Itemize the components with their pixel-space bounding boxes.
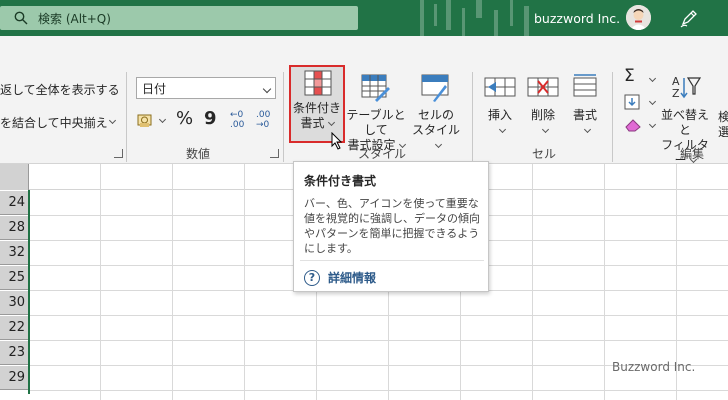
cell-styles-icon[interactable] — [421, 74, 451, 102]
increase-decimal-button[interactable]: ←0 .00 — [230, 110, 252, 130]
group-separator — [283, 72, 284, 162]
number-format-select[interactable]: 日付 — [136, 77, 276, 99]
grid-line — [29, 390, 728, 391]
percent-style-button[interactable]: % — [176, 108, 193, 129]
cell-styles-label-1: セルの — [417, 108, 454, 122]
ribbon: 返して全体を表示する を結合して中央揃え 日付 % 9 ←0 .00 .00 →… — [0, 36, 728, 167]
chevron-down-icon — [541, 125, 549, 134]
selected-cell[interactable]: 32 — [0, 241, 29, 265]
search-icon — [14, 11, 28, 25]
selected-cell[interactable]: 22 — [0, 316, 29, 340]
cell-styles-button[interactable]: セルの スタイル — [410, 108, 462, 153]
selected-cell[interactable]: 23 — [0, 341, 29, 365]
decrease-decimal-button[interactable]: .00 →0 — [256, 110, 278, 130]
number-format-value: 日付 — [142, 82, 167, 96]
group-separator — [126, 72, 127, 162]
grid-line — [29, 315, 728, 316]
delete-cells-icon[interactable] — [527, 74, 559, 100]
selected-cell[interactable]: 29 — [0, 366, 29, 390]
chevron-down-icon — [327, 118, 335, 127]
tell-me-more-link[interactable]: ? 詳細情報 — [304, 269, 376, 286]
merge-center-button[interactable]: を結合して中央揃え — [0, 114, 108, 131]
find-select-label-2[interactable]: 選 — [718, 123, 728, 140]
avatar[interactable] — [626, 5, 651, 30]
accounting-format-icon[interactable] — [137, 113, 157, 129]
group-separator — [612, 72, 613, 162]
account-name[interactable]: buzzword Inc. — [534, 6, 620, 30]
help-icon: ? — [304, 269, 320, 286]
chevron-down-icon — [498, 125, 506, 134]
format-cells-icon[interactable] — [571, 74, 599, 100]
selected-cell[interactable]: 24 — [0, 191, 29, 215]
accounting-dropdown-icon[interactable] — [158, 115, 167, 124]
insert-button[interactable]: 挿入 — [484, 108, 516, 138]
group-separator — [472, 72, 473, 162]
insert-cells-icon[interactable] — [484, 74, 516, 100]
clear-icon[interactable] — [624, 118, 642, 132]
conditional-formatting-label-2: 書式 — [300, 116, 325, 130]
search-text: 検索 (Alt+Q) — [38, 11, 111, 26]
selected-cell[interactable]: 25 — [0, 266, 29, 290]
fill-icon[interactable] — [624, 94, 640, 110]
editing-group-label: 編集 — [680, 147, 705, 161]
tooltip-title: 条件付き書式 — [304, 174, 377, 188]
chevron-down-icon — [583, 125, 591, 134]
chevron-down-icon[interactable] — [648, 74, 657, 83]
delete-button[interactable]: 削除 — [527, 108, 559, 138]
chevron-down-icon[interactable] — [648, 97, 657, 106]
cell-styles-label-2: スタイル — [411, 123, 460, 137]
insert-label: 挿入 — [487, 108, 512, 122]
tell-me-more-label: 詳細情報 — [328, 271, 377, 285]
selected-cell[interactable]: 28 — [0, 216, 29, 240]
column-header-selected[interactable] — [0, 164, 29, 190]
tooltip-divider — [300, 260, 484, 261]
cells-group-label: セル — [532, 147, 557, 161]
autosum-icon[interactable]: Σ — [624, 66, 635, 86]
alignment-launcher-icon[interactable] — [114, 149, 123, 158]
watermark: Buzzword Inc. — [612, 360, 696, 374]
search-box[interactable]: 検索 (Alt+Q) — [0, 6, 358, 30]
number-group-label: 数値 — [186, 147, 211, 161]
conditional-formatting-label-1: 条件付き — [292, 101, 341, 115]
merge-dropdown-icon[interactable] — [108, 116, 117, 125]
format-label: 書式 — [572, 108, 597, 122]
title-bar: 検索 (Alt+Q) buzzword Inc. — [0, 0, 728, 36]
mouse-cursor-icon — [331, 132, 343, 150]
chevron-down-icon[interactable] — [648, 120, 657, 129]
styles-group-label: スタイル — [358, 147, 407, 161]
wrap-text-button[interactable]: 返して全体を表示する — [0, 81, 120, 98]
tooltip-body: バー、色、アイコンを使って重要な値を視覚的に強調し、データの傾向やパターンを簡単… — [304, 197, 480, 255]
chevron-down-icon — [262, 84, 272, 94]
delete-label: 削除 — [530, 108, 555, 122]
svg-text:Z: Z — [672, 87, 680, 100]
conditional-formatting-icon — [304, 70, 332, 96]
chevron-down-icon — [434, 140, 442, 149]
format-as-table-label-1: テーブルとして — [346, 108, 406, 137]
selected-cell[interactable]: 30 — [0, 291, 29, 315]
selection-border — [28, 190, 30, 394]
conditional-formatting-tooltip: 条件付き書式 バー、色、アイコンを使って重要な値を視覚的に強調し、データの傾向や… — [293, 161, 489, 292]
sort-filter-icon[interactable]: A Z — [671, 74, 701, 100]
user-avatar-icon — [626, 5, 651, 30]
pen-icon[interactable] — [678, 7, 700, 29]
number-launcher-icon[interactable] — [270, 149, 279, 158]
format-button[interactable]: 書式 — [568, 108, 602, 138]
format-as-table-icon[interactable] — [361, 74, 391, 102]
grid-line — [29, 340, 728, 341]
sort-filter-label-1: 並べ替えと — [660, 108, 709, 137]
comma-style-button[interactable]: 9 — [204, 108, 217, 129]
